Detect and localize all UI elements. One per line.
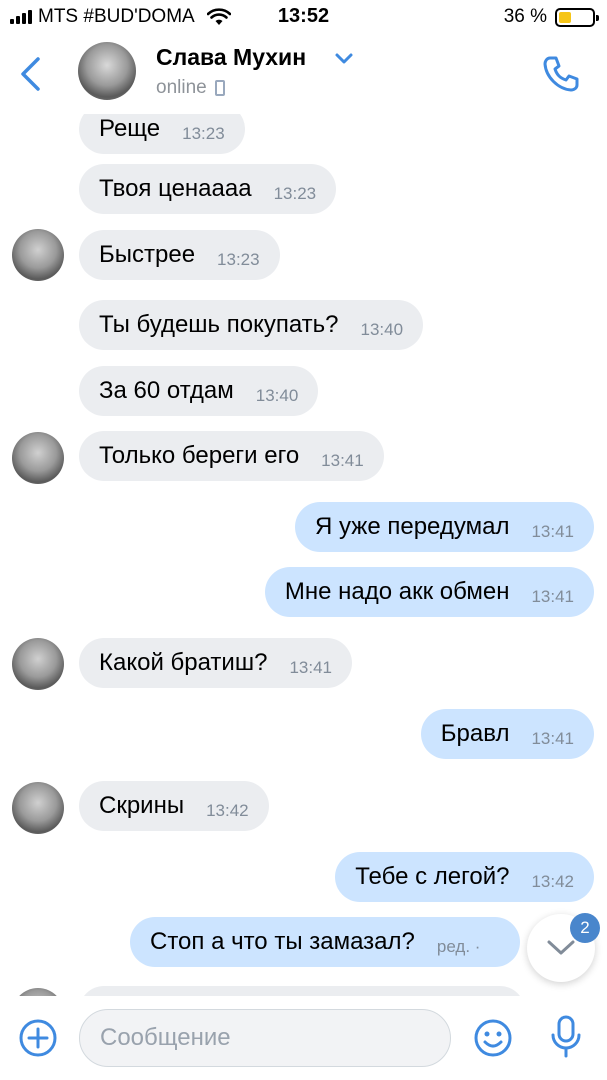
message-bubble-outgoing[interactable]: Стоп а что ты замазал? ред. · — [130, 917, 521, 967]
message-time: 13:41 — [531, 587, 574, 606]
status-right: 36 % — [503, 6, 599, 28]
message-bubble-incoming[interactable] — [79, 986, 525, 996]
chevron-down-icon[interactable] — [334, 52, 354, 66]
message-bubble-outgoing[interactable]: Тебе с легой? 13:42 — [335, 852, 594, 902]
message-bubble-outgoing[interactable]: Я уже передумал 13:41 — [295, 502, 594, 552]
message-time: 13:40 — [255, 386, 299, 405]
mobile-device-icon — [214, 80, 225, 96]
avatar[interactable] — [12, 988, 64, 996]
arrow-down-icon — [547, 940, 575, 955]
message-time: 13:23 — [273, 184, 317, 203]
message-bubble-incoming[interactable]: Только береги его 13:41 — [79, 431, 384, 481]
battery-percent: 36 % — [503, 6, 547, 27]
message-bubble-incoming[interactable]: Реще 13:23 — [79, 114, 245, 154]
chat-header: Слава Мухин online — [0, 34, 607, 114]
avatar[interactable] — [12, 782, 64, 834]
avatar[interactable] — [12, 432, 64, 484]
contact-name[interactable]: Слава Мухин — [156, 44, 306, 71]
battery-level — [559, 11, 571, 23]
battery-icon — [555, 7, 599, 27]
message-bubble-incoming[interactable]: Какой братиш? 13:41 — [79, 638, 352, 688]
message-composer — [0, 996, 607, 1080]
message-time: 13:23 — [217, 250, 260, 269]
message-text: Стоп а что ты замазал? — [150, 928, 415, 955]
status-bar: MTS #BUD'DOMA 13:52 36 % — [0, 0, 607, 34]
unread-badge: 2 — [570, 913, 600, 943]
message-text: За 60 отдам — [99, 377, 234, 404]
message-time: 13:42 — [206, 801, 249, 820]
message-time: 13:42 — [531, 872, 574, 891]
message-input[interactable] — [79, 1009, 451, 1067]
emoji-icon[interactable] — [473, 1018, 513, 1058]
contact-avatar[interactable] — [78, 42, 136, 100]
message-bubble-outgoing[interactable]: Мне надо акк обмен 13:41 — [264, 567, 594, 617]
add-icon[interactable] — [18, 1018, 58, 1058]
back-icon[interactable] — [18, 56, 42, 92]
phone-call-icon[interactable] — [541, 54, 581, 94]
message-text: Твоя ценаааа — [99, 175, 252, 202]
presence-status: online — [156, 77, 225, 99]
message-bubble-incoming[interactable]: Быстрее 13:23 — [79, 230, 280, 280]
message-text: Мне надо акк обмен — [284, 578, 510, 605]
message-bubble-incoming[interactable]: Скрины 13:42 — [79, 781, 269, 831]
avatar[interactable] — [12, 229, 64, 281]
message-bubble-incoming[interactable]: За 60 отдам 13:40 — [79, 366, 319, 416]
message-time: 13:41 — [321, 451, 364, 470]
message-text: Реще — [99, 115, 161, 142]
message-time: 13:41 — [531, 729, 574, 748]
message-text: Быстрее — [99, 241, 196, 268]
message-bubble-outgoing[interactable]: Бравл 13:41 — [420, 709, 594, 759]
message-time: 13:40 — [360, 320, 404, 339]
presence-text: online — [156, 77, 207, 98]
message-text: Скрины — [99, 792, 185, 819]
message-text: Тебе с легой? — [355, 863, 510, 890]
message-time: 13:41 — [531, 522, 574, 541]
message-list[interactable]: Реще 13:23 Твоя ценаааа 13:23 Быстрее 13… — [0, 114, 607, 996]
message-text: Какой братиш? — [99, 649, 268, 676]
message-text: Бравл — [440, 720, 510, 747]
message-text: Я уже передумал — [315, 513, 510, 540]
message-bubble-incoming[interactable]: Ты будешь покупать? 13:40 — [79, 300, 424, 350]
message-bubble-incoming[interactable]: Твоя ценаааа 13:23 — [79, 164, 337, 214]
microphone-icon[interactable] — [548, 1014, 584, 1060]
message-edited-label: ред. · — [436, 937, 481, 956]
avatar[interactable] — [12, 638, 64, 690]
message-time: 13:23 — [182, 124, 225, 143]
message-time: 13:41 — [289, 658, 332, 677]
message-text: Ты будешь покупать? — [99, 311, 339, 338]
message-text: Только береги его — [99, 442, 300, 469]
